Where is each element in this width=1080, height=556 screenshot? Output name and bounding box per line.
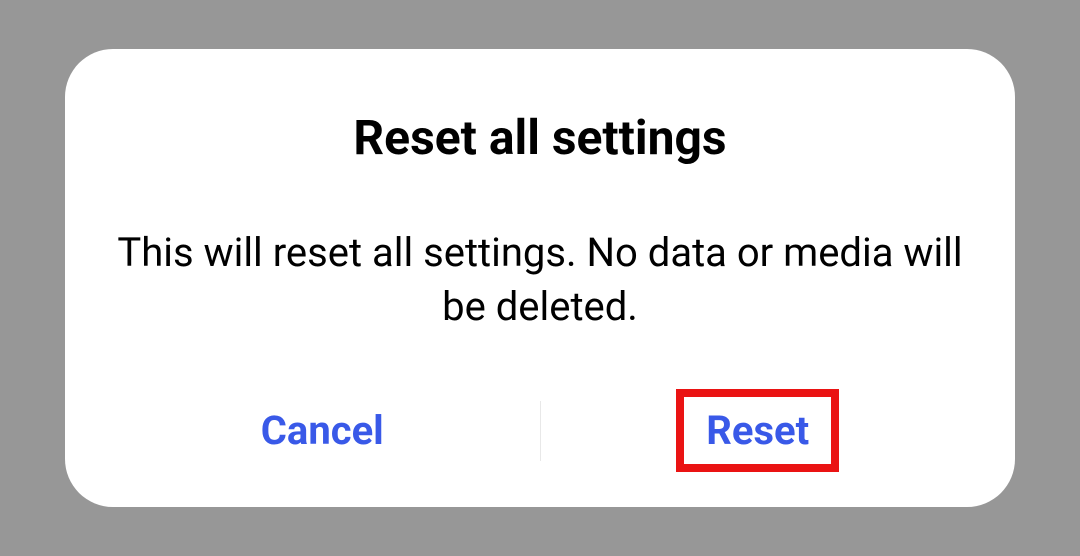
reset-button[interactable]: Reset [700,403,815,458]
dialog-title: Reset all settings [353,109,726,166]
reset-settings-dialog: Reset all settings This will reset all s… [65,49,1015,507]
dialog-message: This will reset all settings. No data or… [105,226,975,334]
cancel-button[interactable]: Cancel [231,389,414,472]
dialog-button-row: Cancel Reset [105,389,975,472]
reset-button-highlight: Reset [676,389,839,472]
confirm-button-container: Reset [541,389,976,472]
cancel-button-container: Cancel [105,389,540,472]
